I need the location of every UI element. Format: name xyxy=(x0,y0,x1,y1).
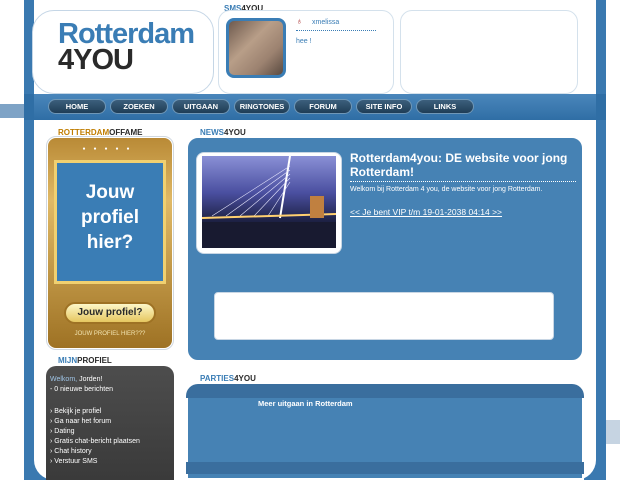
header-right-box xyxy=(400,10,578,94)
news-content-box xyxy=(214,292,554,340)
nav-links[interactable]: LINKS xyxy=(416,99,474,114)
profile-link-view[interactable]: › Bekijk je profiel xyxy=(50,408,101,415)
vip-link[interactable]: << Je bent VIP t/m 19-01-2038 04:14 >> xyxy=(350,207,502,217)
profile-section-label: MIJNPROFIEL xyxy=(58,356,112,365)
profile-link-forum[interactable]: › Ga naar het forum xyxy=(50,418,111,425)
profile-link-dating[interactable]: › Dating xyxy=(50,428,75,435)
nav-site-info[interactable]: SITE INFO xyxy=(356,99,412,114)
news-photo[interactable] xyxy=(201,155,337,248)
bridge-illustration xyxy=(201,155,337,248)
nav-ringtones[interactable]: RINGTONES xyxy=(234,99,290,114)
nav-home[interactable]: HOME xyxy=(48,99,106,114)
fame-text: Jouw profiel hier? xyxy=(80,182,140,253)
background-left xyxy=(0,0,24,480)
parties-header-bar xyxy=(186,384,584,398)
divider xyxy=(296,30,376,31)
news-text: Welkom bij Rotterdam 4 you, de website v… xyxy=(350,186,543,193)
fame-subtext: JOUW PROFIEL HIER??? xyxy=(74,331,146,337)
parties-text[interactable]: Meer uitgaan in Rotterdam xyxy=(258,399,353,408)
parties-bottom-bar xyxy=(186,462,584,474)
avatar[interactable] xyxy=(226,18,286,78)
nav-zoeken[interactable]: ZOEKEN xyxy=(110,99,168,114)
sms-message: hee ! xyxy=(296,38,312,45)
logo-text-4you: 4YOU xyxy=(58,44,134,76)
nav-uitgaan[interactable]: UITGAAN xyxy=(172,99,230,114)
fame-dots: ●●●●● xyxy=(82,146,138,152)
your-profile-button[interactable]: Jouw profiel? xyxy=(64,302,156,324)
sms-username[interactable]: xmelissa xyxy=(312,19,339,26)
profile-link-chat[interactable]: › Gratis chat-bericht plaatsen xyxy=(50,438,140,445)
profile-welcome: Welkom, Jorden! xyxy=(50,376,103,383)
nav-forum[interactable]: FORUM xyxy=(294,99,352,114)
user-icon: ♁ xyxy=(296,16,303,26)
profile-messages[interactable]: - 0 nieuwe berichten xyxy=(50,386,113,393)
background-right xyxy=(604,0,620,480)
divider xyxy=(350,181,576,182)
news-title: Rotterdam4you: DE website voor jong Rott… xyxy=(350,151,568,179)
profile-link-history[interactable]: › Chat history xyxy=(50,448,92,455)
profile-link-sms[interactable]: › Verstuur SMS xyxy=(50,458,97,465)
parties-section-label: PARTIES4YOU xyxy=(200,374,256,383)
